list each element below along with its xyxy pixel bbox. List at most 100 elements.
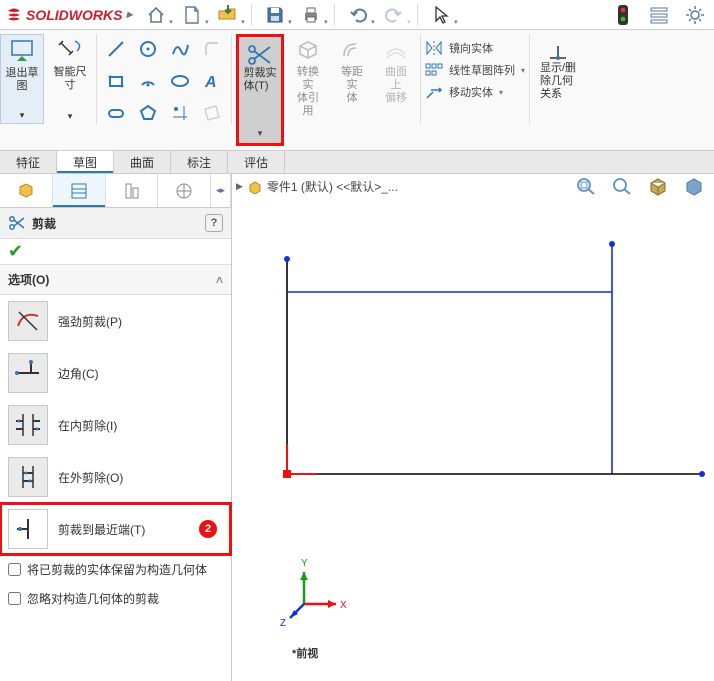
app-name: SOLIDWORKS [26, 7, 122, 23]
option-corner[interactable]: 边角(C) [0, 347, 231, 399]
trim-entities-button[interactable]: 剪裁实 体(T) ▾ [236, 34, 284, 146]
mirror-icon [425, 40, 443, 56]
option-power-trim[interactable]: 强劲剪裁(P) [0, 295, 231, 347]
dimxpert-tab[interactable] [158, 174, 211, 207]
circle-tool[interactable] [133, 34, 163, 64]
trim-nearest-icon [8, 509, 48, 549]
svg-text:A: A [204, 74, 217, 91]
divider [420, 34, 421, 124]
tab-sketch[interactable]: 草图 [57, 151, 114, 173]
tab-surfaces[interactable]: 曲面 [114, 151, 171, 173]
linear-pattern-button[interactable]: 线性草图阵列▾ [425, 62, 525, 78]
pattern-icon [425, 62, 443, 78]
option-trim-inside[interactable]: 在内剪除(I) [0, 399, 231, 451]
divider [251, 4, 252, 26]
redo-button[interactable]: ▾ [381, 2, 407, 28]
trim-inside-icon [8, 405, 48, 445]
relations-icon [546, 42, 570, 62]
text-tool[interactable]: A [197, 66, 227, 96]
panel-title: 剪裁 [32, 215, 56, 232]
property-manager-tab[interactable] [53, 174, 106, 207]
slot-tool[interactable] [101, 98, 131, 128]
options-button[interactable] [646, 2, 672, 28]
point-tool[interactable] [165, 98, 195, 128]
checkbox-input[interactable] [8, 563, 21, 576]
cube-icon [296, 36, 320, 64]
trim-icon [8, 215, 26, 231]
entity-ops: 镜向实体 线性草图阵列▾ 移动实体▾ [425, 34, 525, 100]
exit-sketch-icon [9, 37, 35, 65]
display-relations-button[interactable]: 显示/删 除几何 关系 [534, 34, 582, 101]
select-button[interactable]: ▾ [428, 2, 454, 28]
panel-header: 剪裁 ? [0, 208, 231, 239]
divider [334, 4, 335, 26]
tab-annotations[interactable]: 标注 [171, 151, 228, 173]
trim-options-list: 强劲剪裁(P) 边角(C) 在内剪除(I) 在外剪除(O) 剪裁到最近端(T) … [0, 295, 231, 555]
svg-text:Y: Y [301, 558, 308, 569]
manager-tabs: ◂▸ [0, 174, 231, 208]
plane-tool[interactable] [197, 98, 227, 128]
spline-tool[interactable] [165, 34, 195, 64]
rebuild-button[interactable] [610, 2, 636, 28]
tab-evaluate[interactable]: 评估 [228, 151, 285, 173]
divider [231, 34, 232, 124]
dropdown-caret[interactable]: ▾ [258, 128, 263, 139]
rectangle-tool[interactable] [101, 66, 131, 96]
print-button[interactable]: ▾ [298, 2, 324, 28]
new-button[interactable]: ▾ [179, 2, 205, 28]
command-manager-tabs: 特征 草图 曲面 标注 评估 [0, 150, 714, 174]
confirm-button[interactable]: ✔ [0, 239, 231, 265]
offset-surface-button[interactable]: 曲面上 偏移 [376, 34, 416, 124]
arc-tool[interactable] [133, 66, 163, 96]
divider [417, 4, 418, 26]
ellipse-tool[interactable] [165, 66, 195, 96]
settings-button[interactable] [682, 2, 708, 28]
dropdown-caret[interactable]: ▾ [20, 110, 25, 121]
keep-as-construction-checkbox[interactable]: 将已剪裁的实体保留为构造几何体 [0, 555, 231, 584]
ignore-construction-checkbox[interactable]: 忽略对构造几何体的剪裁 [0, 584, 231, 613]
graphics-area[interactable]: ▶ 零件1 (默认) <<默认>_... [232, 174, 714, 681]
trim-outside-icon [8, 457, 48, 497]
fillet-tool[interactable] [197, 34, 227, 64]
home-button[interactable]: ▾ [143, 2, 169, 28]
more-tabs[interactable]: ◂▸ [211, 174, 231, 207]
open-button[interactable]: ▾ [215, 2, 241, 28]
trim-icon [246, 43, 274, 67]
options-section-header[interactable]: 选项(O) ˄ [0, 265, 231, 295]
convert-entities-button[interactable]: 转换实 体引用 [288, 34, 328, 124]
sketch-canvas[interactable]: Y X Z [232, 174, 714, 674]
save-button[interactable]: ▾ [262, 2, 288, 28]
checkbox-input[interactable] [8, 592, 21, 605]
option-trim-nearest[interactable]: 剪裁到最近端(T) 2 [0, 503, 231, 555]
help-button[interactable]: ? [205, 214, 223, 232]
main-area: ◂▸ 剪裁 ? ✔ 选项(O) ˄ 强劲剪裁(P) 边角(C) 在内剪除(I) [0, 174, 714, 681]
app-bar: SOLIDWORKS ▶ ▾ ▾ ▾ ▾ ▾ ▾ ▾ ▾ [0, 0, 714, 30]
offset-entities-button[interactable]: 等距实 体 [332, 34, 372, 124]
callout-2: 2 [199, 520, 217, 538]
smart-dimension-button[interactable]: 智能尺 寸 ▾ [48, 34, 92, 124]
smart-dim-icon [57, 36, 83, 64]
power-trim-icon [8, 301, 48, 341]
option-trim-outside[interactable]: 在外剪除(O) [0, 451, 231, 503]
app-logo: SOLIDWORKS ▶ [6, 7, 133, 23]
line-tool[interactable] [101, 34, 131, 64]
dropdown-caret[interactable]: ▾ [68, 111, 73, 122]
exit-sketch-button[interactable]: 退出草 图 ▾ [0, 34, 44, 124]
sketch-tools-grid: A [101, 34, 227, 128]
config-manager-tab[interactable] [106, 174, 159, 207]
viewport-name: *前视 [292, 645, 318, 661]
corner-icon [8, 353, 48, 393]
mirror-entities-button[interactable]: 镜向实体 [425, 40, 525, 56]
move-entities-button[interactable]: 移动实体▾ [425, 84, 525, 100]
polygon-tool[interactable] [133, 98, 163, 128]
tab-features[interactable]: 特征 [0, 151, 57, 173]
app-menu-caret[interactable]: ▶ [126, 10, 132, 19]
feature-tree-tab[interactable] [0, 174, 53, 207]
collapse-caret: ˄ [216, 273, 223, 287]
ds-logo-mark [6, 7, 22, 23]
divider [96, 34, 97, 124]
undo-button[interactable]: ▾ [345, 2, 371, 28]
property-manager: ◂▸ 剪裁 ? ✔ 选项(O) ˄ 强劲剪裁(P) 边角(C) 在内剪除(I) [0, 174, 232, 681]
move-icon [425, 84, 443, 100]
svg-text:X: X [340, 600, 347, 611]
